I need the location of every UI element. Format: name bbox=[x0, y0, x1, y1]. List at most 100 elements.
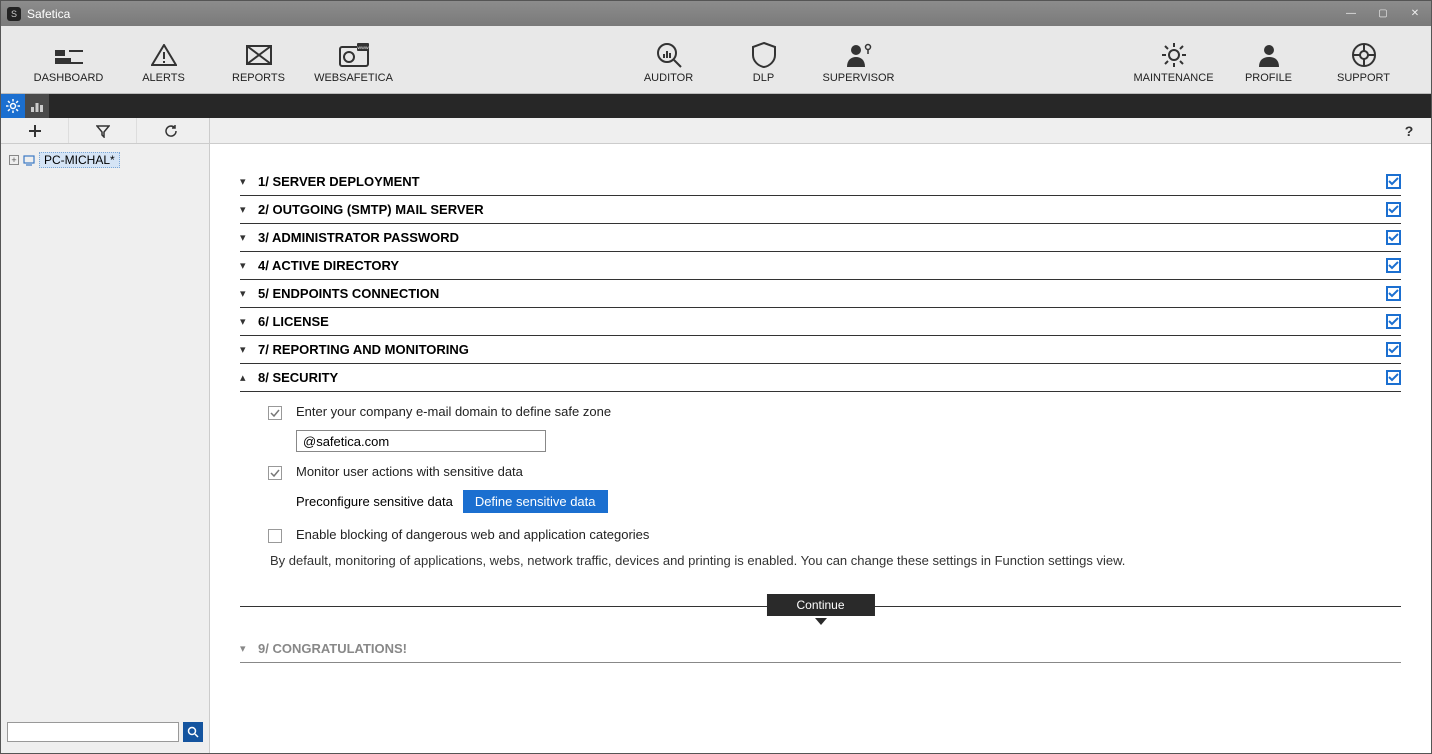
tree-view: + PC-MICHAL* bbox=[1, 144, 209, 719]
section-title: 3/ ADMINISTRATOR PASSWORD bbox=[258, 230, 1386, 245]
nav-support[interactable]: SUPPORT bbox=[1316, 36, 1411, 84]
title-bar: S Safetica — ▢ ✕ bbox=[1, 1, 1431, 26]
filter-button[interactable] bbox=[69, 118, 137, 143]
window-title: Safetica bbox=[27, 7, 70, 21]
section-title: 2/ OUTGOING (SMTP) MAIL SERVER bbox=[258, 202, 1386, 217]
preconfigure-label: Preconfigure sensitive data bbox=[296, 494, 453, 509]
continue-button[interactable]: Continue bbox=[766, 594, 874, 616]
app-icon: S bbox=[7, 7, 21, 21]
section-active-directory[interactable]: ▾ 4/ ACTIVE DIRECTORY bbox=[240, 252, 1401, 280]
section-title: 5/ ENDPOINTS CONNECTION bbox=[258, 286, 1386, 301]
section-admin-password[interactable]: ▾ 3/ ADMINISTRATOR PASSWORD bbox=[240, 224, 1401, 252]
chevron-up-icon: ▴ bbox=[240, 371, 258, 384]
nav-alerts-label: ALERTS bbox=[142, 72, 185, 84]
section-title: 4/ ACTIVE DIRECTORY bbox=[258, 258, 1386, 273]
sidebar-toolbar bbox=[1, 118, 209, 144]
chevron-down-icon: ▾ bbox=[240, 343, 258, 356]
section-check-icon bbox=[1386, 258, 1401, 273]
chevron-down-icon: ▾ bbox=[240, 231, 258, 244]
main-toolbar: DASHBOARD ALERTS REPORTS WWW WEBSAFETICA bbox=[1, 26, 1431, 94]
section-license[interactable]: ▾ 6/ LICENSE bbox=[240, 308, 1401, 336]
security-row-blocking: Enable blocking of dangerous web and app… bbox=[268, 527, 1401, 543]
continue-divider: Continue bbox=[240, 606, 1401, 607]
nav-auditor-label: AUDITOR bbox=[644, 72, 693, 84]
search-button[interactable] bbox=[183, 722, 203, 742]
section-title: 1/ SERVER DEPLOYMENT bbox=[258, 174, 1386, 189]
view-settings-button[interactable] bbox=[1, 94, 25, 118]
minimize-button[interactable]: — bbox=[1335, 8, 1367, 19]
nav-reports-label: REPORTS bbox=[232, 72, 285, 84]
checkbox-blocking[interactable] bbox=[268, 529, 282, 543]
section-check-icon bbox=[1386, 202, 1401, 217]
checkbox-domain[interactable] bbox=[268, 406, 282, 420]
tree-node-label: PC-MICHAL* bbox=[39, 152, 120, 168]
alerts-icon bbox=[149, 42, 179, 68]
chevron-down-icon: ▾ bbox=[240, 642, 258, 655]
expand-icon[interactable]: + bbox=[9, 155, 19, 165]
maintenance-icon bbox=[1159, 42, 1189, 68]
nav-profile[interactable]: PROFILE bbox=[1221, 36, 1316, 84]
maximize-button[interactable]: ▢ bbox=[1367, 8, 1399, 19]
section-endpoints[interactable]: ▾ 5/ ENDPOINTS CONNECTION bbox=[240, 280, 1401, 308]
reports-icon bbox=[244, 42, 274, 68]
section-title: 9/ CONGRATULATIONS! bbox=[258, 641, 1401, 656]
close-button[interactable]: ✕ bbox=[1399, 8, 1431, 19]
define-sensitive-data-button[interactable]: Define sensitive data bbox=[463, 490, 608, 513]
nav-dlp[interactable]: DLP bbox=[716, 36, 811, 84]
nav-reports[interactable]: REPORTS bbox=[211, 36, 306, 84]
section-check-icon bbox=[1386, 174, 1401, 189]
help-button[interactable]: ? bbox=[1397, 123, 1421, 139]
view-stats-button[interactable] bbox=[25, 94, 49, 118]
domain-input[interactable] bbox=[296, 430, 546, 452]
sidebar: + PC-MICHAL* bbox=[1, 118, 210, 753]
chevron-down-icon: ▾ bbox=[240, 315, 258, 328]
dlp-icon bbox=[749, 42, 779, 68]
nav-dashboard[interactable]: DASHBOARD bbox=[21, 36, 116, 84]
section-check-icon bbox=[1386, 370, 1401, 385]
svg-text:WWW: WWW bbox=[357, 45, 369, 50]
chevron-down-icon: ▾ bbox=[240, 175, 258, 188]
nav-supervisor[interactable]: SUPERVISOR bbox=[811, 36, 906, 84]
section-security-body: Enter your company e-mail domain to defi… bbox=[240, 392, 1401, 586]
search-bar bbox=[1, 719, 209, 745]
section-check-icon bbox=[1386, 314, 1401, 329]
section-smtp[interactable]: ▾ 2/ OUTGOING (SMTP) MAIL SERVER bbox=[240, 196, 1401, 224]
preconfigure-row: Preconfigure sensitive data Define sensi… bbox=[296, 490, 1401, 513]
checkbox-monitor[interactable] bbox=[268, 466, 282, 480]
window-controls: — ▢ ✕ bbox=[1335, 8, 1431, 19]
security-row-monitor: Monitor user actions with sensitive data bbox=[268, 464, 1401, 480]
search-input[interactable] bbox=[7, 722, 179, 742]
section-title: 8/ SECURITY bbox=[258, 370, 1386, 385]
refresh-button[interactable] bbox=[137, 118, 205, 143]
computer-icon bbox=[23, 154, 35, 166]
tree-node-root[interactable]: + PC-MICHAL* bbox=[5, 150, 205, 170]
nav-profile-label: PROFILE bbox=[1245, 72, 1292, 84]
nav-auditor[interactable]: AUDITOR bbox=[621, 36, 716, 84]
nav-websafetica[interactable]: WWW WEBSAFETICA bbox=[306, 36, 401, 84]
nav-websafetica-label: WEBSAFETICA bbox=[314, 72, 393, 84]
section-title: 7/ REPORTING AND MONITORING bbox=[258, 342, 1386, 357]
section-security[interactable]: ▴ 8/ SECURITY bbox=[240, 364, 1401, 392]
section-reporting[interactable]: ▾ 7/ REPORTING AND MONITORING bbox=[240, 336, 1401, 364]
section-server-deployment[interactable]: ▾ 1/ SERVER DEPLOYMENT bbox=[240, 168, 1401, 196]
section-title: 6/ LICENSE bbox=[258, 314, 1386, 329]
checkbox-domain-label: Enter your company e-mail domain to defi… bbox=[296, 404, 611, 419]
support-icon bbox=[1349, 42, 1379, 68]
dashboard-icon bbox=[54, 42, 84, 68]
section-check-icon bbox=[1386, 230, 1401, 245]
section-congratulations[interactable]: ▾ 9/ CONGRATULATIONS! bbox=[240, 635, 1401, 663]
nav-maintenance[interactable]: MAINTENANCE bbox=[1126, 36, 1221, 84]
app-window: S Safetica — ▢ ✕ DASHBOARD ALERTS bbox=[0, 0, 1432, 754]
websafetica-icon: WWW bbox=[339, 42, 369, 68]
supervisor-icon bbox=[844, 42, 874, 68]
main-panel: ? ▾ 1/ SERVER DEPLOYMENT ▾ 2/ OUTGOING (… bbox=[210, 118, 1431, 753]
checkbox-monitor-label: Monitor user actions with sensitive data bbox=[296, 464, 523, 479]
nav-dashboard-label: DASHBOARD bbox=[34, 72, 104, 84]
nav-alerts[interactable]: ALERTS bbox=[116, 36, 211, 84]
section-check-icon bbox=[1386, 286, 1401, 301]
nav-supervisor-label: SUPERVISOR bbox=[823, 72, 895, 84]
chevron-down-icon: ▾ bbox=[240, 287, 258, 300]
auditor-icon bbox=[654, 42, 684, 68]
add-button[interactable] bbox=[1, 118, 69, 143]
profile-icon bbox=[1254, 42, 1284, 68]
